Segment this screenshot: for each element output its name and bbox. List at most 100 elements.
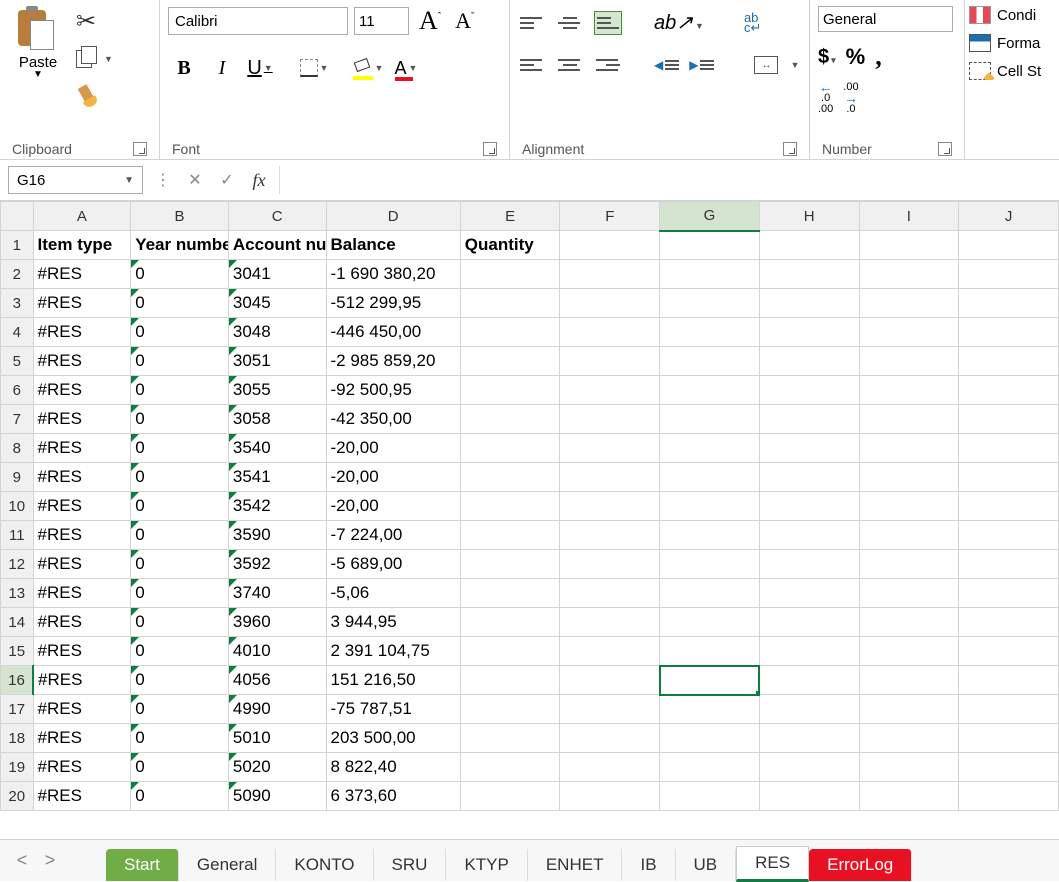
- percent-button[interactable]: %: [846, 44, 866, 70]
- increase-font-button[interactable]: Aˆ: [415, 6, 445, 36]
- comma-style-button[interactable]: ,: [875, 42, 882, 72]
- cell[interactable]: Balance: [326, 231, 460, 260]
- row-header[interactable]: 9: [1, 463, 34, 492]
- borders-button[interactable]: ▼: [298, 54, 330, 82]
- cell[interactable]: [660, 318, 760, 347]
- cell[interactable]: 0: [131, 405, 229, 434]
- cell[interactable]: [759, 347, 859, 376]
- cell[interactable]: 3055: [228, 376, 326, 405]
- cell[interactable]: [959, 231, 1059, 260]
- cell[interactable]: [460, 579, 560, 608]
- cell[interactable]: #RES: [33, 724, 131, 753]
- cell[interactable]: 3058: [228, 405, 326, 434]
- cut-button[interactable]: ✂: [76, 6, 113, 36]
- cell[interactable]: [959, 463, 1059, 492]
- row-header[interactable]: 12: [1, 550, 34, 579]
- row-header[interactable]: 17: [1, 695, 34, 724]
- number-format-select[interactable]: [818, 6, 953, 32]
- cell[interactable]: [759, 434, 859, 463]
- row-header[interactable]: 1: [1, 231, 34, 260]
- cell[interactable]: [460, 463, 560, 492]
- cell[interactable]: [560, 666, 660, 695]
- merge-button[interactable]: ↔: [754, 56, 778, 74]
- cell[interactable]: #RES: [33, 260, 131, 289]
- chevron-down-icon[interactable]: ▼: [33, 69, 43, 80]
- row-header[interactable]: 4: [1, 318, 34, 347]
- cell[interactable]: [859, 347, 959, 376]
- bold-button[interactable]: B: [168, 54, 200, 82]
- row-header[interactable]: 15: [1, 637, 34, 666]
- cell[interactable]: 3592: [228, 550, 326, 579]
- cell[interactable]: 3051: [228, 347, 326, 376]
- cell[interactable]: [759, 724, 859, 753]
- orientation-button[interactable]: ab↗▼: [654, 10, 704, 35]
- cell[interactable]: [959, 724, 1059, 753]
- cell[interactable]: [560, 782, 660, 811]
- cell[interactable]: [859, 724, 959, 753]
- cell[interactable]: [759, 550, 859, 579]
- sheet-tab-ub[interactable]: UB: [676, 849, 737, 881]
- cell[interactable]: [759, 753, 859, 782]
- sheet-tab-ktyp[interactable]: KTYP: [446, 849, 527, 881]
- cell[interactable]: 0: [131, 492, 229, 521]
- cell[interactable]: [560, 376, 660, 405]
- font-size-select[interactable]: [354, 7, 409, 35]
- cell[interactable]: [460, 550, 560, 579]
- cell[interactable]: [959, 753, 1059, 782]
- cell[interactable]: -512 299,95: [326, 289, 460, 318]
- cell[interactable]: [959, 260, 1059, 289]
- cell[interactable]: [859, 753, 959, 782]
- cell[interactable]: [959, 376, 1059, 405]
- row-header[interactable]: 11: [1, 521, 34, 550]
- cell[interactable]: #RES: [33, 434, 131, 463]
- cell[interactable]: [859, 608, 959, 637]
- italic-button[interactable]: I: [206, 54, 238, 82]
- cell[interactable]: 4010: [228, 637, 326, 666]
- cell[interactable]: [660, 637, 760, 666]
- cell[interactable]: [959, 521, 1059, 550]
- column-header-D[interactable]: D: [326, 202, 460, 231]
- cell[interactable]: [759, 376, 859, 405]
- cell[interactable]: [759, 666, 859, 695]
- cell[interactable]: #RES: [33, 376, 131, 405]
- row-header[interactable]: 5: [1, 347, 34, 376]
- paste-button[interactable]: Paste ▼: [8, 6, 68, 80]
- decrease-decimal-button[interactable]: .00→.0: [843, 82, 858, 115]
- cell[interactable]: Quantity: [460, 231, 560, 260]
- cell[interactable]: [959, 637, 1059, 666]
- cell[interactable]: [660, 782, 760, 811]
- cell[interactable]: [959, 550, 1059, 579]
- dialog-launcher-icon[interactable]: [783, 142, 797, 156]
- column-header-J[interactable]: J: [959, 202, 1059, 231]
- cell[interactable]: [859, 637, 959, 666]
- decrease-font-button[interactable]: Aˇ: [451, 8, 478, 34]
- cell[interactable]: [660, 463, 760, 492]
- cell[interactable]: [759, 579, 859, 608]
- format-as-table-button[interactable]: Forma: [969, 34, 1055, 52]
- dialog-launcher-icon[interactable]: [133, 142, 147, 156]
- cell[interactable]: [560, 608, 660, 637]
- cell[interactable]: [859, 376, 959, 405]
- align-middle-button[interactable]: [556, 11, 584, 35]
- row-header[interactable]: 13: [1, 579, 34, 608]
- column-header-B[interactable]: B: [131, 202, 229, 231]
- cell[interactable]: [759, 260, 859, 289]
- cell[interactable]: [759, 463, 859, 492]
- cell[interactable]: [959, 608, 1059, 637]
- cell[interactable]: 0: [131, 550, 229, 579]
- formula-input[interactable]: [279, 166, 1051, 194]
- cell[interactable]: [660, 521, 760, 550]
- cell[interactable]: [859, 260, 959, 289]
- cell[interactable]: [460, 405, 560, 434]
- row-header[interactable]: 19: [1, 753, 34, 782]
- cell[interactable]: 0: [131, 666, 229, 695]
- align-bottom-button[interactable]: [594, 11, 622, 35]
- cell[interactable]: [560, 550, 660, 579]
- cancel-button[interactable]: ✕: [183, 168, 207, 192]
- cell[interactable]: [660, 608, 760, 637]
- cell[interactable]: [460, 608, 560, 637]
- cell[interactable]: [959, 318, 1059, 347]
- cell[interactable]: [959, 289, 1059, 318]
- cell[interactable]: 0: [131, 608, 229, 637]
- cell[interactable]: #RES: [33, 521, 131, 550]
